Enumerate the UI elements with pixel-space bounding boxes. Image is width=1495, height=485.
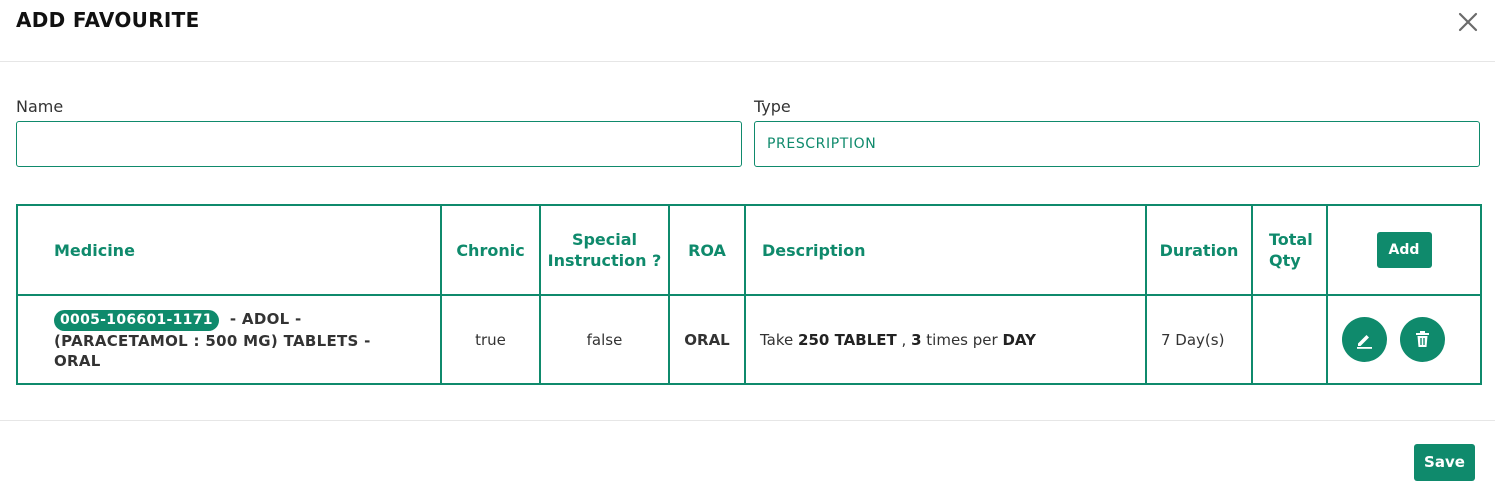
description-cell: Take 250 TABLET , 3 times per DAY (744, 294, 1147, 385)
description-separator: , (901, 330, 907, 349)
description-prefix: Take (760, 330, 794, 349)
duration-cell: 7 Day(s) (1145, 294, 1253, 385)
special-instruction-cell: false (539, 294, 670, 385)
header-roa: ROA (668, 204, 746, 296)
total-qty-cell (1251, 294, 1328, 385)
add-button[interactable]: Add (1376, 232, 1432, 268)
delete-button[interactable] (1399, 317, 1445, 362)
description-times: 3 (911, 330, 922, 349)
type-label: Type (754, 97, 791, 116)
table-header-row: Medicine Chronic Special Instruction ? R… (16, 204, 1482, 296)
description-amount: 250 TABLET (798, 330, 897, 349)
medicine-cell: 0005-106601-1171 - ADOL - (PARACETAMOL :… (16, 294, 442, 385)
save-button[interactable]: Save (1414, 444, 1475, 481)
header-description: Description (744, 204, 1147, 296)
chronic-cell: true (440, 294, 541, 385)
description-times-suffix: times per (926, 330, 998, 349)
table-row: 0005-106601-1171 - ADOL - (PARACETAMOL :… (16, 294, 1482, 385)
edit-icon (1357, 335, 1372, 349)
name-input[interactable] (16, 121, 742, 167)
favourite-table: Medicine Chronic Special Instruction ? R… (16, 204, 1482, 385)
roa-cell: ORAL (668, 294, 746, 385)
header-chronic: Chronic (440, 204, 541, 296)
header-total-qty: Total Qty (1251, 204, 1328, 296)
description-period: DAY (1002, 330, 1036, 349)
close-icon[interactable] (1456, 10, 1480, 34)
dialog-title: ADD FAVOURITE (16, 8, 200, 32)
name-label: Name (16, 97, 64, 116)
medicine-code-badge: 0005-106601-1171 (54, 309, 219, 331)
edit-button[interactable] (1342, 317, 1387, 362)
trash-icon (1415, 331, 1429, 347)
header-actions: Add (1326, 204, 1482, 296)
header-medicine: Medicine (16, 204, 442, 296)
dialog-header: ADD FAVOURITE (0, 0, 1495, 62)
actions-cell (1326, 294, 1482, 385)
header-special-instruction: Special Instruction ? (539, 204, 670, 296)
footer-divider (0, 420, 1495, 421)
header-duration: Duration (1145, 204, 1253, 296)
type-field[interactable]: PRESCRIPTION (754, 121, 1480, 167)
